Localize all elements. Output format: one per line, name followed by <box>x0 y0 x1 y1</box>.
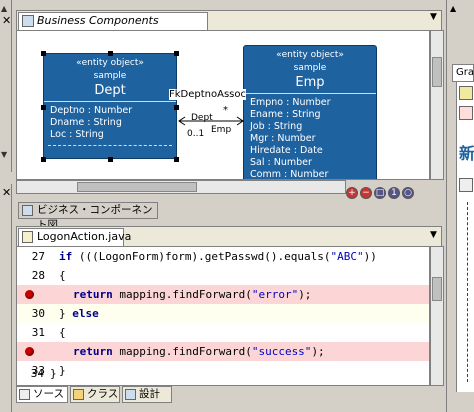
resize-handle[interactable] <box>174 51 179 56</box>
left-panel-strip-lower <box>0 184 12 412</box>
right-heading: 新 <box>459 144 474 163</box>
code-line[interactable]: 33 } <box>17 361 429 380</box>
dept-attr: Loc : String <box>50 129 104 140</box>
emp-package: sample <box>293 63 327 73</box>
zoom-toolbar: + − □ 1 ○ <box>346 180 430 199</box>
tab-design[interactable]: 設計 <box>122 386 172 403</box>
dept-package: sample <box>93 71 127 81</box>
right-panel: 新 <box>456 82 474 392</box>
zoom-reset-icon[interactable]: 1 <box>388 187 400 199</box>
tab-business-components-diagram[interactable]: Business Components Diagram1 <box>18 12 208 43</box>
resize-handle[interactable] <box>41 51 46 56</box>
emp-attr: Ename : String <box>250 109 321 120</box>
dept-name: Dept <box>44 83 176 102</box>
emp-stereotype: «entity object» <box>276 50 344 60</box>
association-multiplicity-many: * <box>223 105 228 116</box>
tab-business-component-diagram[interactable]: ビジネス・コンポーネント図 <box>18 202 158 231</box>
design-icon <box>125 389 136 400</box>
line-number: 30 <box>31 307 45 320</box>
class-icon <box>73 389 84 400</box>
code-line-breakpoint[interactable]: return mapping.findForward("error"); <box>17 285 429 304</box>
emp-entity[interactable]: «entity object» sample Emp Empno : Numbe… <box>243 45 377 180</box>
scroll-thumb[interactable] <box>432 57 442 87</box>
editor-tab-label: LogonAction.java <box>37 230 132 243</box>
source-icon <box>19 389 30 400</box>
code-line[interactable]: 30 } else <box>17 304 429 323</box>
resize-handle[interactable] <box>108 157 113 162</box>
emp-attr: Sal : Number <box>250 157 312 168</box>
java-file-icon <box>22 231 33 243</box>
emp-attr: Empno : Number <box>250 97 331 108</box>
line-number: 28 <box>31 269 45 282</box>
scroll-thumb[interactable] <box>77 182 197 192</box>
tab-graph[interactable]: Gra <box>452 64 474 82</box>
emp-attr: Comm : Number <box>250 169 329 180</box>
diagram-vertical-scrollbar[interactable] <box>430 30 444 180</box>
association-role-dept: Dept <box>191 113 213 123</box>
emp-attr: Job : String <box>250 121 303 132</box>
right-scroll-arrow-up[interactable]: ▲ <box>450 4 456 13</box>
line-number: 34 <box>30 367 44 380</box>
resize-handle[interactable] <box>174 157 179 162</box>
dept-attr: Deptno : Number <box>50 105 133 116</box>
code-text: } <box>59 364 66 377</box>
zoom-selection-icon[interactable]: ○ <box>402 187 414 199</box>
resize-handle[interactable] <box>41 157 46 162</box>
scroll-thumb[interactable] <box>432 277 442 301</box>
code-line[interactable]: 27 if (((LogonForm)form).getPasswd().equ… <box>17 247 429 266</box>
emp-attr: Mgr : Number <box>250 133 316 144</box>
zoom-fit-icon[interactable]: □ <box>374 187 386 199</box>
line-number: 27 <box>31 250 45 263</box>
association-role-emp: Emp <box>211 125 232 135</box>
editor-view-tabs: ソース クラス 設計 <box>16 386 442 404</box>
diagram-canvas[interactable]: «entity object» sample Dept Deptno : Num… <box>16 30 430 180</box>
toolbar-icon[interactable] <box>459 86 473 100</box>
code-line[interactable]: 28 { <box>17 266 429 285</box>
code-text: if (((LogonForm)form).getPasswd().equals… <box>59 250 377 263</box>
code-text: { <box>59 269 66 282</box>
dept-entity[interactable]: «entity object» sample Dept Deptno : Num… <box>43 53 177 159</box>
editor-vertical-scrollbar[interactable] <box>430 246 444 386</box>
left-scroll-arrow-down[interactable]: ▼ <box>1 150 11 160</box>
code-text: return mapping.findForward("success"); <box>73 345 325 358</box>
resize-handle[interactable] <box>41 105 46 110</box>
editor-tab-list-icon[interactable]: ▼ <box>430 230 437 240</box>
dept-divider <box>48 145 172 146</box>
toolbar-icon[interactable] <box>459 106 473 120</box>
zoom-in-icon[interactable]: + <box>346 187 358 199</box>
dept-attr: Dname : String <box>50 117 122 128</box>
diagram-horizontal-scrollbar[interactable] <box>16 180 346 194</box>
code-text: return mapping.findForward("error"); <box>73 288 312 301</box>
tab-source[interactable]: ソース <box>16 386 68 403</box>
code-editor[interactable]: 27 if (((LogonForm)form).getPasswd().equ… <box>16 246 430 386</box>
code-text: { <box>59 326 66 339</box>
diagram-tab-list-icon[interactable]: ▼ <box>430 12 437 22</box>
code-line[interactable]: 31 { <box>17 323 429 342</box>
code-text: } <box>50 367 57 380</box>
toolbar-icon[interactable] <box>459 178 473 192</box>
dept-stereotype: «entity object» <box>76 58 144 68</box>
tab-design-label: 設計 <box>139 388 160 400</box>
line-number: 31 <box>31 326 45 339</box>
association-multiplicity-one: 0..1 <box>187 129 205 139</box>
resize-handle[interactable] <box>108 51 113 56</box>
code-text: } else <box>59 307 99 320</box>
tab-class-label: クラス <box>87 388 119 400</box>
breakpoint-icon[interactable] <box>25 290 34 299</box>
diagram-icon <box>22 15 34 27</box>
zoom-out-icon[interactable]: − <box>360 187 372 199</box>
code-line-breakpoint[interactable]: return mapping.findForward("success"); <box>17 342 429 361</box>
close-source-icon[interactable]: ✕ <box>2 186 11 199</box>
close-diagram-icon[interactable]: ✕ <box>2 14 11 27</box>
emp-name: Emp <box>244 75 376 94</box>
tab-source-label: ソース <box>33 388 64 400</box>
breakpoint-icon[interactable] <box>25 347 34 356</box>
tab-logonaction-java[interactable]: LogonAction.java <box>18 228 131 246</box>
tab-class[interactable]: クラス <box>70 386 120 403</box>
emp-attr: Hiredate : Date <box>250 145 323 156</box>
dashed-border <box>467 202 468 382</box>
association-name: FkDeptnoAssoc <box>169 89 246 100</box>
diagram-icon <box>22 205 33 216</box>
left-scroll-arrow-up[interactable]: ▲ <box>1 4 11 14</box>
